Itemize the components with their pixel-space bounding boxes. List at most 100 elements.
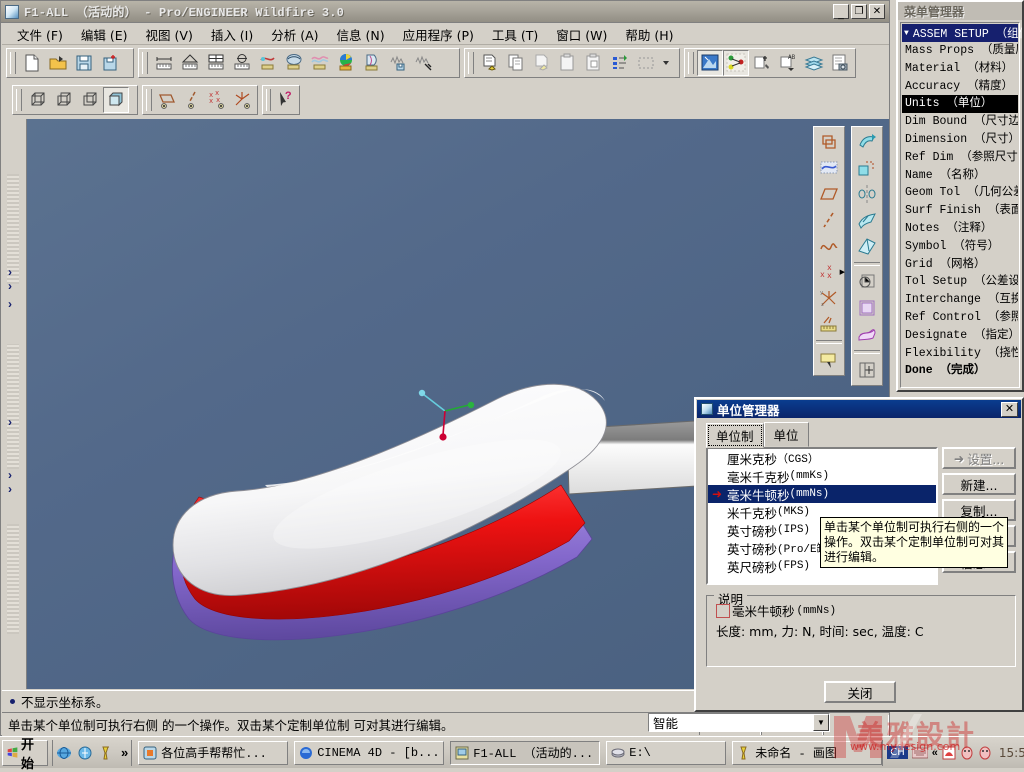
- taskbar-button-paint[interactable]: 未命名 - 画图: [732, 740, 883, 765]
- layers-icon[interactable]: [801, 50, 827, 76]
- taskbar-button-drive[interactable]: E:\: [606, 740, 727, 765]
- surface-analysis-icon[interactable]: [281, 50, 307, 76]
- note-icon[interactable]: [816, 347, 842, 373]
- open-folder-icon[interactable]: [45, 50, 71, 76]
- shading-icon[interactable]: [103, 87, 129, 113]
- ime-ch-icon[interactable]: CH: [887, 746, 908, 759]
- menu-item-symbol[interactable]: Symbol （符号）: [902, 238, 1018, 256]
- menu-item-surf-finish[interactable]: Surf Finish （表面光: [902, 202, 1018, 220]
- close-button[interactable]: ✕: [869, 4, 885, 19]
- datum-csys-icon[interactable]: [230, 87, 255, 113]
- menu-help[interactable]: 帮助 (H): [616, 23, 682, 46]
- selection-filter-combo[interactable]: 智能 ▼: [648, 713, 830, 732]
- menu-item-designate[interactable]: Designate （指定）: [902, 327, 1018, 345]
- select-box-icon[interactable]: [633, 50, 659, 76]
- taskbar-button-cinema4d[interactable]: CINEMA 4D - [b...: [294, 740, 445, 765]
- toolbar-grip[interactable]: [146, 89, 152, 111]
- close-icon[interactable]: ✕: [1001, 401, 1018, 417]
- tab-unit-systems[interactable]: 单位制: [706, 423, 764, 448]
- menu-item-interchange[interactable]: Interchange （互换）: [902, 291, 1018, 309]
- units-dialog-title-bar[interactable]: 单位管理器 ✕: [697, 400, 1021, 418]
- measure-distance-icon[interactable]: [151, 50, 177, 76]
- navigator-track[interactable]: [7, 524, 19, 634]
- taskbar-button-forum[interactable]: 各位高手帮帮忙...: [138, 740, 289, 765]
- new-file-icon[interactable]: [19, 50, 45, 76]
- navigator-arrow[interactable]: ›: [8, 483, 18, 495]
- wireframe-icon[interactable]: [25, 87, 51, 113]
- datum-plane-icon[interactable]: [816, 129, 842, 155]
- screen-capture-icon[interactable]: [827, 50, 853, 76]
- toolbar-grip[interactable]: [142, 52, 148, 74]
- new-button[interactable]: 新建...: [942, 473, 1016, 495]
- toolbar-grip[interactable]: [10, 52, 16, 74]
- show-desktop-icon[interactable]: [77, 745, 93, 761]
- navigator-arrow[interactable]: ›: [8, 280, 18, 292]
- navigator-arrow[interactable]: ›: [8, 416, 18, 428]
- toolbar-grip[interactable]: [16, 89, 22, 111]
- start-button[interactable]: 开始: [2, 738, 49, 772]
- menu-item-tol-setup[interactable]: Tol Setup （公差设置: [902, 273, 1018, 291]
- paste-special-icon[interactable]: [581, 50, 607, 76]
- taskbar-button-proe[interactable]: F1-ALL （活动的...: [450, 740, 601, 765]
- extrude-icon[interactable]: [854, 129, 880, 155]
- parallelogram-icon[interactable]: [816, 181, 842, 207]
- ie-browser-icon[interactable]: [56, 745, 72, 761]
- menu-applications[interactable]: 应用程序 (P): [394, 23, 483, 46]
- hidden-line-icon[interactable]: [51, 87, 77, 113]
- model-3d-shaver-handle[interactable]: [137, 289, 737, 649]
- datum-display-icon[interactable]: [723, 50, 749, 76]
- flyout-arrow-icon[interactable]: ▶: [840, 268, 845, 276]
- edit-definition-icon[interactable]: [477, 50, 503, 76]
- chevron-down-icon[interactable]: ▼: [813, 714, 829, 731]
- menu-item-geom-tol[interactable]: Geom Tol （几何公差）: [902, 184, 1018, 202]
- menu-item-dim-bound[interactable]: Dim Bound （尺寸边界: [902, 113, 1018, 131]
- list-item[interactable]: 毫米千克秒 (mmKs): [708, 467, 936, 485]
- list-item[interactable]: 厘米克秒 （CGS）: [708, 449, 936, 467]
- clock[interactable]: 15:52: [999, 746, 1024, 760]
- saved-analysis-icon[interactable]: [385, 50, 411, 76]
- qq-icon[interactable]: [942, 746, 956, 760]
- points-icon[interactable]: xxx ▶: [816, 259, 845, 285]
- sweep-icon[interactable]: [854, 207, 880, 233]
- insert-feature-icon[interactable]: [854, 357, 880, 383]
- menu-item-ref-dim[interactable]: Ref Dim （参照尺寸）: [902, 149, 1018, 167]
- paint-icon[interactable]: [98, 745, 114, 761]
- minimize-button[interactable]: _: [833, 4, 849, 20]
- chevron-left-icon[interactable]: «: [932, 747, 938, 759]
- menu-item-mass-props[interactable]: Mass Props （质量属: [902, 42, 1018, 60]
- menu-item-accuracy[interactable]: Accuracy （精度）: [902, 78, 1018, 96]
- csys-icon[interactable]: yz: [816, 285, 842, 311]
- rotate-copy-icon[interactable]: [854, 155, 880, 181]
- shell-icon[interactable]: [854, 295, 880, 321]
- offset-curve-icon[interactable]: [307, 50, 333, 76]
- context-help-icon[interactable]: ?: [274, 87, 297, 113]
- spline-curve-icon[interactable]: [816, 233, 842, 259]
- menu-view[interactable]: 视图 (V): [137, 23, 202, 46]
- keyboard-icon[interactable]: [911, 747, 928, 759]
- measure-angle-icon[interactable]: [177, 50, 203, 76]
- navigator-rail[interactable]: › › › › › ›: [2, 119, 27, 689]
- navigator-arrow[interactable]: ›: [8, 266, 18, 278]
- menu-info[interactable]: 信息 (N): [328, 23, 394, 46]
- save-icon[interactable]: [71, 50, 97, 76]
- copy-icon[interactable]: [503, 50, 529, 76]
- menu-item-notes[interactable]: Notes （注释）: [902, 220, 1018, 238]
- toolbar-grip[interactable]: [266, 89, 272, 111]
- qq3-icon[interactable]: [978, 746, 992, 760]
- menu-window[interactable]: 窗口 (W): [547, 23, 616, 46]
- appearance-icon[interactable]: [749, 50, 775, 76]
- menu-item-ref-control[interactable]: Ref Control （参照控: [902, 309, 1018, 327]
- navigator-arrow[interactable]: ›: [8, 298, 18, 310]
- hole-icon[interactable]: [854, 269, 880, 295]
- maximize-button[interactable]: ❐: [851, 4, 867, 19]
- navigator-track[interactable]: [7, 344, 19, 469]
- navigator-arrow[interactable]: ›: [8, 469, 18, 481]
- no-hidden-icon[interactable]: [77, 87, 103, 113]
- measure-area-icon[interactable]: [203, 50, 229, 76]
- toolbar-grip[interactable]: [468, 52, 474, 74]
- edit-clear-icon[interactable]: [529, 50, 555, 76]
- dropdown-arrow-icon[interactable]: [659, 50, 673, 76]
- color-map-icon[interactable]: [333, 50, 359, 76]
- chevron-down-icon[interactable]: ▼: [904, 29, 909, 38]
- tab-units[interactable]: 单位: [763, 422, 809, 447]
